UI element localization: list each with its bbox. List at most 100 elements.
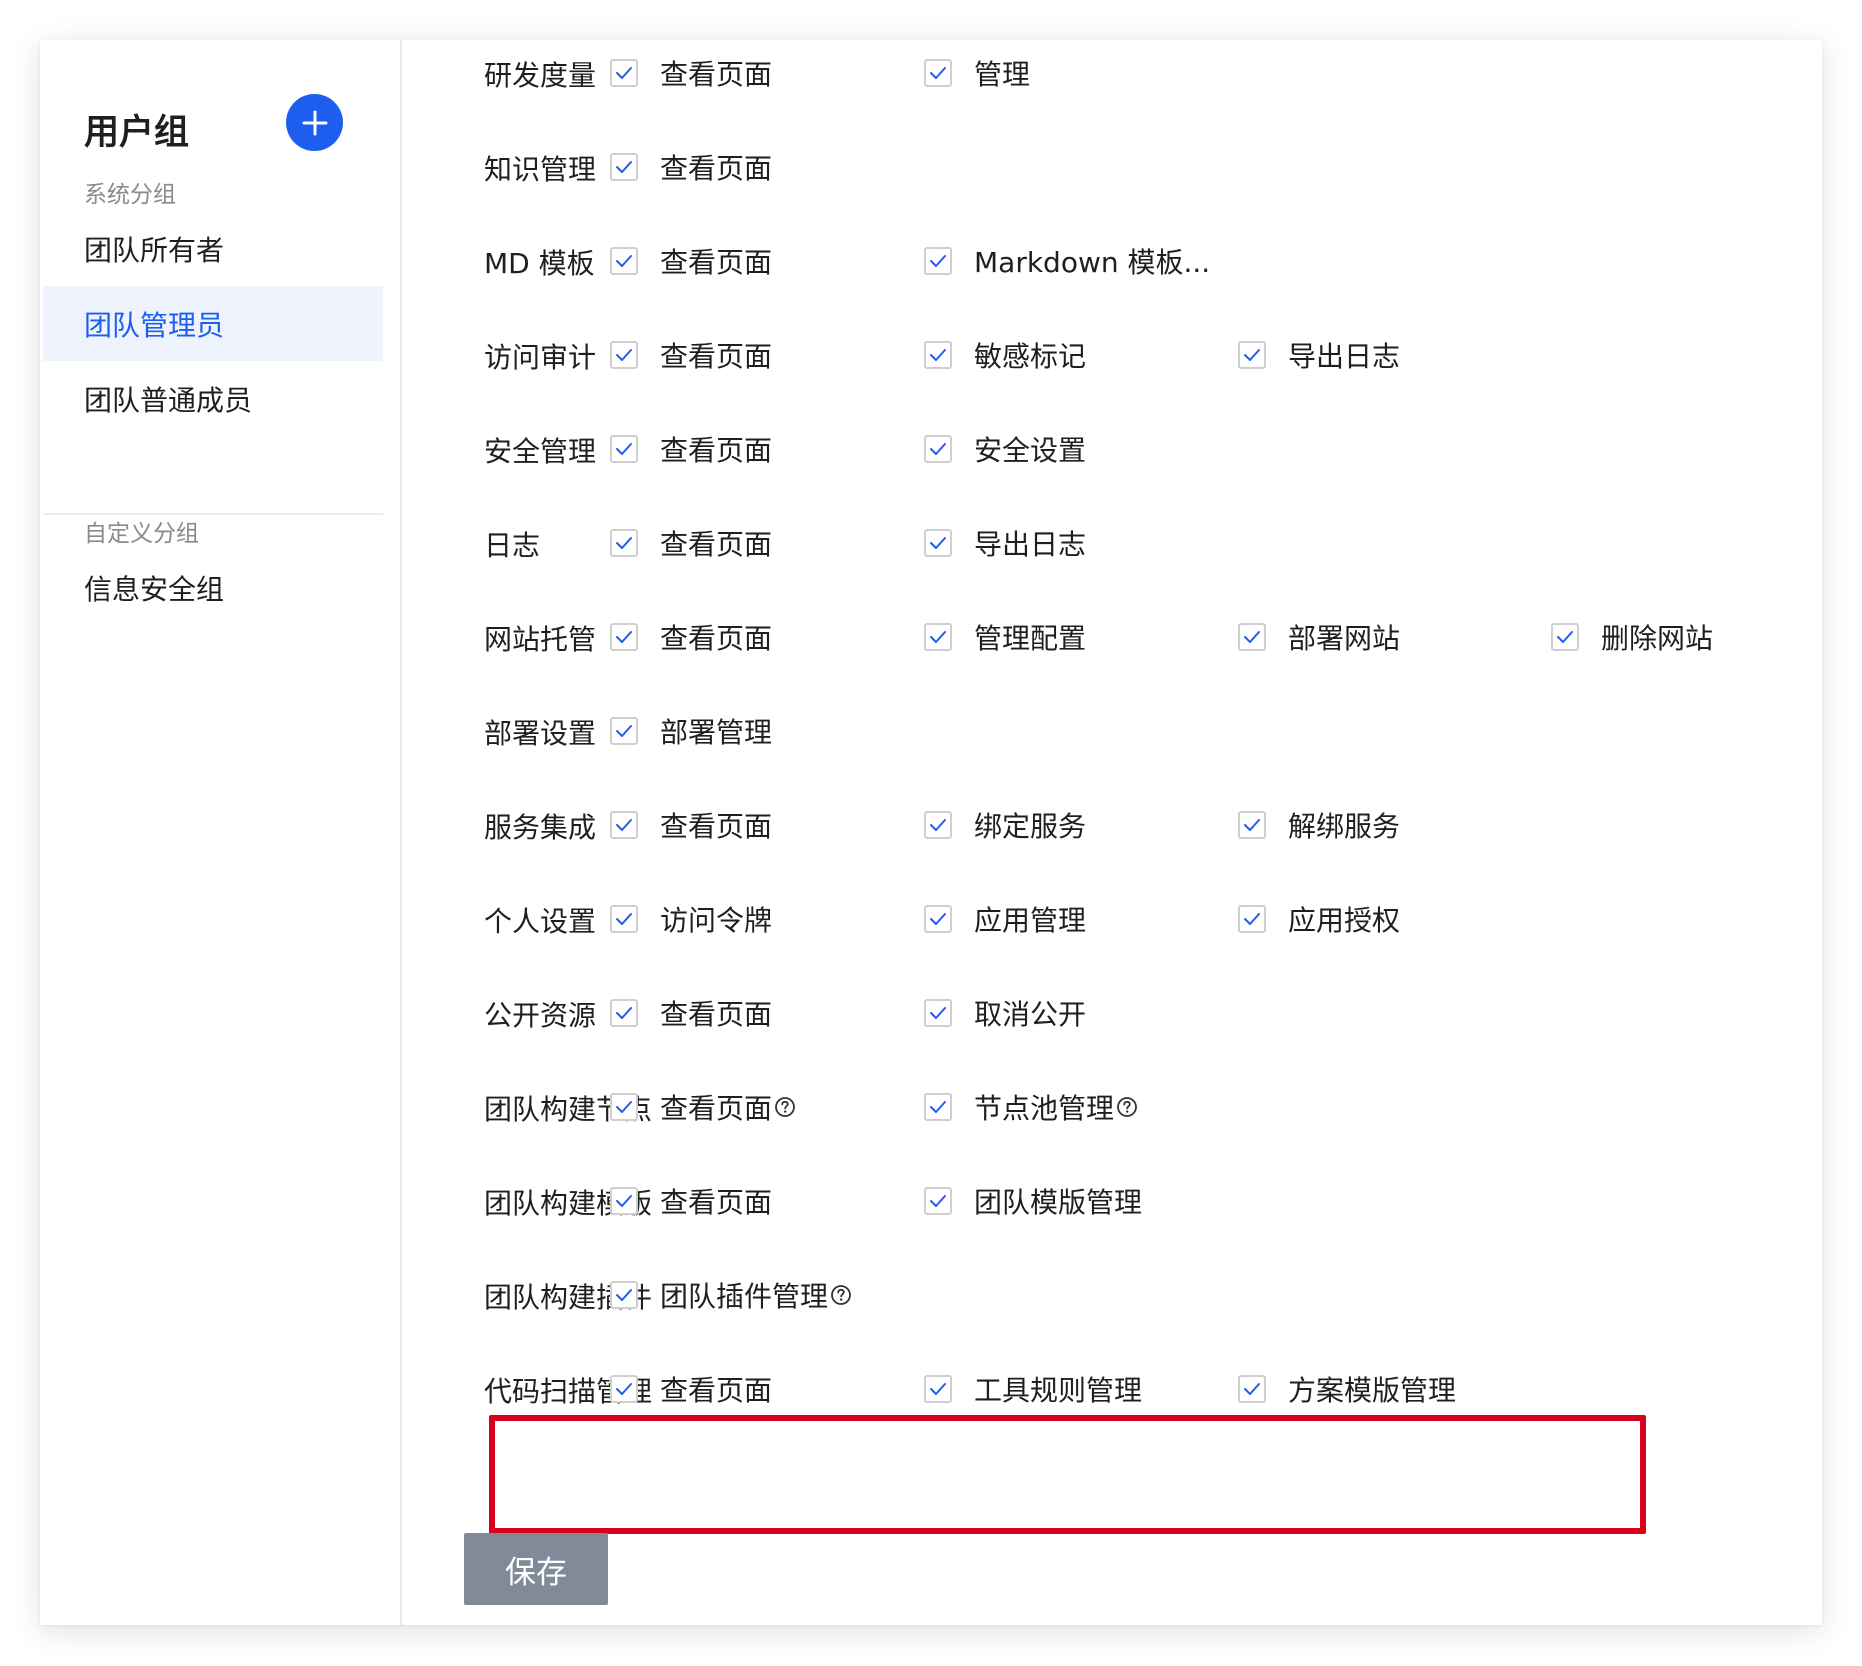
permission-checkbox[interactable]: [610, 1187, 638, 1215]
permission-label: 查看页面: [660, 1186, 773, 1219]
permission-checkbox[interactable]: [610, 1093, 638, 1121]
permission-item[interactable]: 查看页面: [610, 335, 772, 375]
permission-checkbox[interactable]: [610, 717, 638, 745]
sidebar-item-infosec-group[interactable]: 信息安全组: [43, 550, 383, 625]
permission-item[interactable]: 绑定服务: [924, 805, 1086, 845]
permission-checkbox[interactable]: [924, 435, 952, 463]
permission-item[interactable]: 管理: [924, 53, 1030, 93]
permission-checkbox[interactable]: [610, 435, 638, 463]
permission-item[interactable]: 节点池管理: [924, 1087, 1138, 1127]
permission-item[interactable]: 查看页面: [610, 53, 772, 93]
permission-label: 查看页面: [660, 246, 773, 279]
permission-label: 解绑服务: [1288, 810, 1401, 843]
permission-checkbox[interactable]: [610, 905, 638, 933]
permission-checkbox[interactable]: [610, 623, 638, 651]
permission-item[interactable]: 取消公开: [924, 993, 1086, 1033]
permission-checkbox[interactable]: [924, 905, 952, 933]
permission-item[interactable]: 安全设置: [924, 429, 1086, 469]
permission-item[interactable]: 应用管理: [924, 899, 1086, 939]
permission-checkbox[interactable]: [924, 529, 952, 557]
help-circle-icon[interactable]: [830, 1284, 852, 1306]
permission-label: 应用授权: [1288, 904, 1401, 937]
permission-label: 查看页面: [660, 810, 773, 843]
permission-checkbox[interactable]: [610, 1281, 638, 1309]
permission-checkbox[interactable]: [1238, 623, 1266, 651]
permission-item[interactable]: 查看页面: [610, 1087, 796, 1127]
permission-checkbox[interactable]: [924, 623, 952, 651]
permission-item[interactable]: 查看页面: [610, 241, 772, 281]
permission-checkbox[interactable]: [1238, 1375, 1266, 1403]
permission-checkbox[interactable]: [924, 59, 952, 87]
permission-checkbox[interactable]: [924, 1093, 952, 1121]
permission-item[interactable]: 方案模版管理: [1238, 1369, 1456, 1409]
permission-checkbox[interactable]: [1551, 623, 1579, 651]
check-icon: [930, 1383, 946, 1395]
check-icon: [616, 1383, 632, 1395]
plus-icon: [302, 110, 327, 135]
save-button[interactable]: 保存: [464, 1533, 608, 1605]
permission-checkbox[interactable]: [1238, 341, 1266, 369]
permission-label: Markdown 模板...: [974, 246, 1211, 279]
permission-item[interactable]: 导出日志: [924, 523, 1086, 563]
permission-checkbox[interactable]: [924, 341, 952, 369]
permission-item[interactable]: 导出日志: [1238, 335, 1400, 375]
permission-item[interactable]: 解绑服务: [1238, 805, 1400, 845]
permission-checkbox[interactable]: [610, 153, 638, 181]
permission-category-label: 知识管理: [484, 153, 597, 186]
permission-checkbox[interactable]: [610, 999, 638, 1027]
sidebar-item-label: 团队所有者: [84, 233, 225, 267]
permission-item[interactable]: Markdown 模板...: [924, 241, 1210, 281]
permission-item[interactable]: 查看页面: [610, 805, 772, 845]
permission-item[interactable]: 部署网站: [1238, 617, 1400, 657]
permission-item[interactable]: 查看页面: [610, 429, 772, 469]
permission-item[interactable]: 查看页面: [610, 523, 772, 563]
permission-checkbox[interactable]: [924, 811, 952, 839]
permission-item[interactable]: 删除网站: [1551, 617, 1713, 657]
permission-item[interactable]: 查看页面: [610, 617, 772, 657]
permission-label: 方案模版管理: [1288, 1374, 1457, 1407]
permission-label: 节点池管理: [974, 1092, 1115, 1125]
permission-item[interactable]: 应用授权: [1238, 899, 1400, 939]
permission-checkbox[interactable]: [610, 1375, 638, 1403]
permission-item[interactable]: 团队模版管理: [924, 1181, 1142, 1221]
permission-item[interactable]: 敏感标记: [924, 335, 1086, 375]
add-group-button[interactable]: [286, 94, 343, 151]
system-group-section-label: 系统分组: [84, 182, 176, 208]
permission-item[interactable]: 管理配置: [924, 617, 1086, 657]
permission-checkbox[interactable]: [924, 1187, 952, 1215]
permission-item[interactable]: 访问令牌: [610, 899, 772, 939]
permission-label: 工具规则管理: [974, 1374, 1143, 1407]
permission-item[interactable]: 部署管理: [610, 711, 772, 751]
permission-checkbox[interactable]: [610, 247, 638, 275]
permission-checkbox[interactable]: [924, 1375, 952, 1403]
permission-checkbox[interactable]: [924, 999, 952, 1027]
sidebar-title: 用户组: [84, 113, 190, 153]
check-icon: [616, 443, 632, 455]
sidebar-item-team-member[interactable]: 团队普通成员: [43, 361, 383, 436]
permission-item[interactable]: 查看页面: [610, 147, 772, 187]
permission-checkbox[interactable]: [610, 811, 638, 839]
permission-checkbox[interactable]: [610, 59, 638, 87]
check-icon: [930, 349, 946, 361]
permission-item[interactable]: 查看页面: [610, 1369, 772, 1409]
help-circle-icon[interactable]: [1116, 1096, 1138, 1118]
help-circle-icon[interactable]: [774, 1096, 796, 1118]
sidebar-item-team-owner[interactable]: 团队所有者: [43, 211, 383, 286]
check-icon: [930, 537, 946, 549]
check-icon: [616, 537, 632, 549]
permission-checkbox[interactable]: [610, 341, 638, 369]
permission-item[interactable]: 查看页面: [610, 993, 772, 1033]
permission-checkbox[interactable]: [924, 247, 952, 275]
permission-checkbox[interactable]: [1238, 811, 1266, 839]
permission-category-label: 服务集成: [484, 811, 597, 844]
check-icon: [930, 913, 946, 925]
permission-category-label: 安全管理: [484, 435, 597, 468]
permission-category-label: 研发度量: [484, 59, 597, 92]
permission-item[interactable]: 查看页面: [610, 1181, 772, 1221]
permission-item[interactable]: 团队插件管理: [610, 1275, 852, 1315]
permission-checkbox[interactable]: [610, 529, 638, 557]
permission-item[interactable]: 工具规则管理: [924, 1369, 1142, 1409]
sidebar-item-team-admin[interactable]: 团队管理员: [43, 286, 383, 361]
permission-checkbox[interactable]: [1238, 905, 1266, 933]
highlight-box: [489, 1415, 1646, 1534]
